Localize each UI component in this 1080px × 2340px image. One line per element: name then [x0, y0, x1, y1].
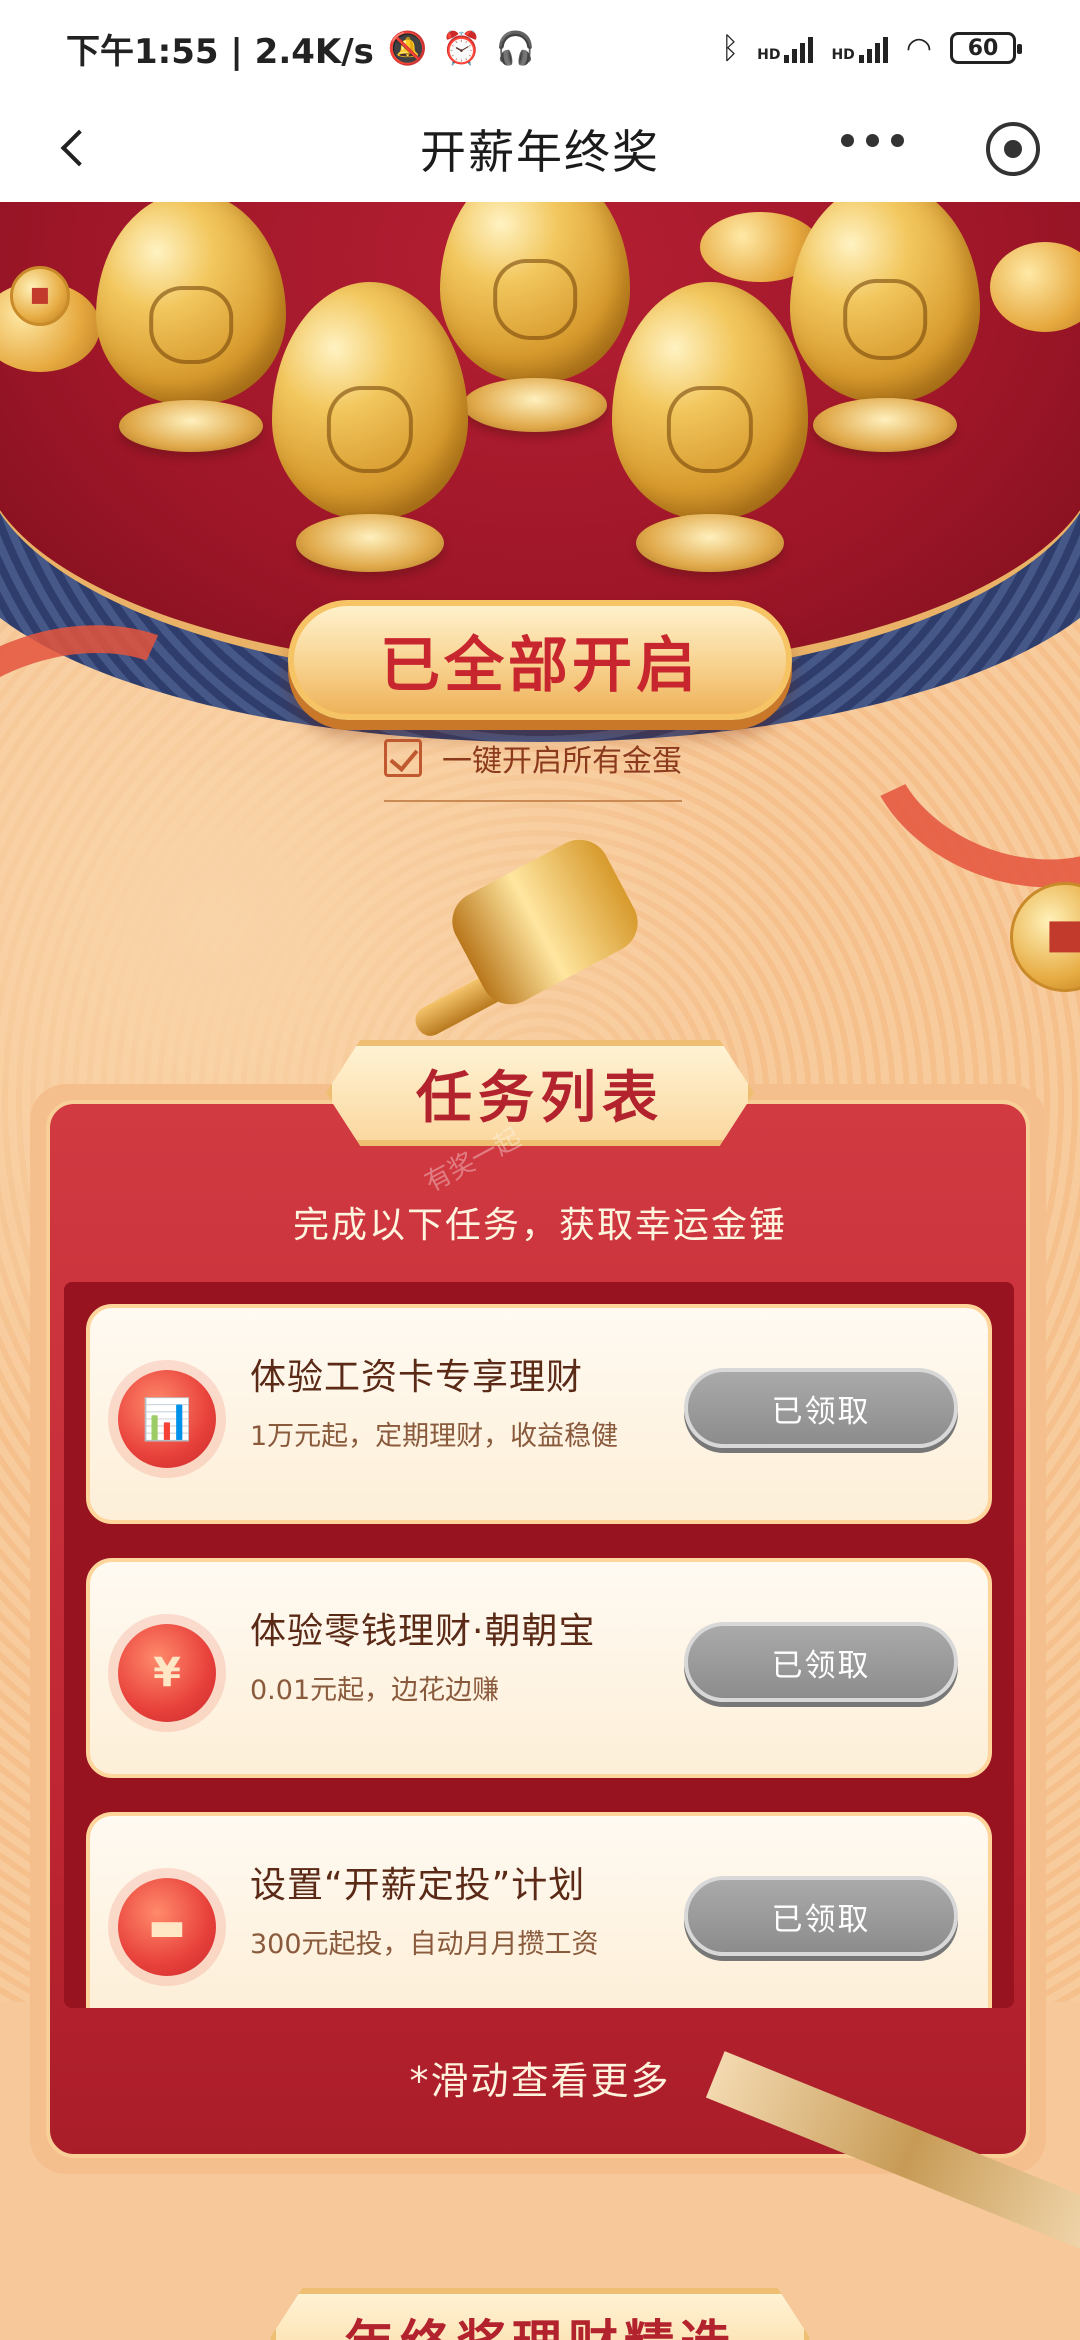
- status-left: 下午1:55 | 2.4K/s 🔕 ⏰ 🎧: [66, 24, 535, 73]
- one-key-open-label: 一键开启所有金蛋: [442, 744, 682, 779]
- task-card[interactable]: ¥ 体验零钱理财·朝朝宝 0.01元起，边花边赚 已领取: [86, 1558, 992, 1778]
- task-name: 体验零钱理财·朝朝宝: [250, 1611, 596, 1652]
- gold-ball-icon: [1010, 882, 1080, 992]
- wifi-icon: ◠: [905, 30, 932, 66]
- golden-egg-2[interactable]: [440, 202, 630, 432]
- section-title-plate: 年终奖理财精选: [270, 2288, 810, 2340]
- coin-icon: [10, 266, 70, 326]
- golden-egg-1[interactable]: [96, 202, 286, 452]
- golden-egg-4[interactable]: [272, 282, 468, 572]
- task-desc: 0.01元起，边花边赚: [250, 1675, 500, 1706]
- status-time: 下午1:55 | 2.4K/s: [66, 31, 374, 72]
- one-key-open-toggle[interactable]: 一键开启所有金蛋: [384, 722, 682, 802]
- page-title: 开薪年终奖: [420, 125, 660, 179]
- bell-off-icon: 🔕: [387, 29, 428, 67]
- task-desc: 300元起投，自动月月攒工资: [250, 1929, 599, 1960]
- hd-label: HD: [831, 47, 855, 63]
- golden-egg-3[interactable]: [790, 202, 980, 452]
- hd-label: HD: [757, 47, 781, 63]
- task-subtitle: 完成以下任务，获取幸运金锤: [292, 1205, 787, 1246]
- signal-hd-icon: HD: [831, 33, 888, 63]
- signal-hd-icon: HD: [757, 33, 814, 63]
- golden-egg-5[interactable]: [612, 282, 808, 572]
- claimed-button[interactable]: 已领取: [684, 1622, 958, 1702]
- open-all-button[interactable]: 已全部开启: [288, 600, 792, 720]
- more-icon[interactable]: [841, 134, 904, 147]
- claimed-button[interactable]: 已领取: [684, 1368, 958, 1448]
- target-icon[interactable]: [986, 122, 1040, 176]
- alarm-icon: ⏰: [441, 29, 482, 67]
- status-right: ᛒ HD HD ◠ 60: [721, 30, 1022, 66]
- task-list-title: 任务列表: [326, 1040, 754, 1146]
- back-icon[interactable]: [44, 118, 104, 178]
- status-bar: 下午1:55 | 2.4K/s 🔕 ⏰ 🎧 ᛒ HD HD ◠ 60: [0, 0, 1080, 96]
- checkbox-checked-icon[interactable]: [384, 739, 422, 777]
- money-bag-icon: ¥: [118, 1624, 216, 1722]
- bluetooth-icon: ᛒ: [721, 30, 740, 66]
- card-icon: ▬: [118, 1878, 216, 1976]
- battery-icon: 60: [950, 32, 1022, 64]
- chart-icon: 📊: [118, 1370, 216, 1468]
- claimed-button[interactable]: 已领取: [684, 1876, 958, 1956]
- battery-level: 60: [967, 35, 999, 61]
- scroll-more-hint: *滑动查看更多: [409, 2059, 671, 2103]
- task-name: 体验工资卡专享理财: [250, 1357, 584, 1398]
- task-desc: 1万元起，定期理财，收益稳健: [250, 1421, 619, 1452]
- task-card[interactable]: ▬ 设置“开薪定投”计划 300元起投，自动月月攒工资 已领取: [86, 1812, 992, 2008]
- task-name: 设置“开薪定投”计划: [250, 1865, 586, 1906]
- task-card[interactable]: 📊 体验工资卡专享理财 1万元起，定期理财，收益稳健 已领取: [86, 1304, 992, 1524]
- nav-bar: 开薪年终奖: [0, 96, 1080, 202]
- headset-icon: 🎧: [495, 29, 536, 67]
